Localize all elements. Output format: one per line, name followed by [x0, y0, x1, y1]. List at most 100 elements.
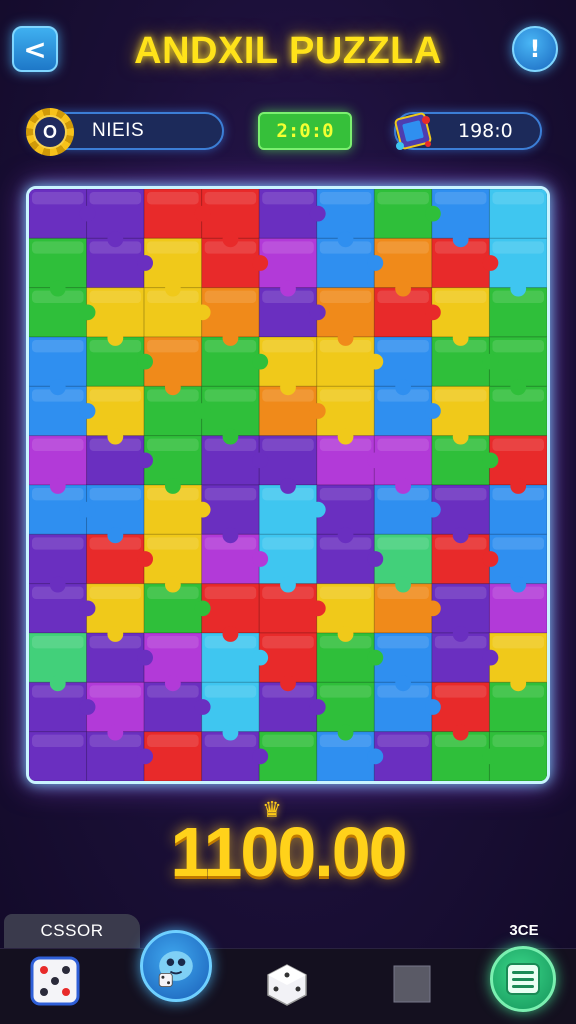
- puzzle-knob: [79, 699, 96, 715]
- puzzle-knob: [79, 600, 96, 617]
- puzzle-knob: [107, 428, 124, 445]
- puzzle-knob: [194, 205, 211, 222]
- puzzle-knob: [309, 304, 326, 321]
- puzzle-knob: [137, 255, 154, 271]
- puzzle-knob: [194, 600, 211, 617]
- puzzle-knob: [452, 626, 469, 642]
- menu-button[interactable]: [490, 946, 556, 1012]
- puzzle-knob: [337, 428, 354, 445]
- puzzle-knob: [137, 649, 154, 666]
- puzzle-knob: [309, 699, 326, 715]
- puzzle-piece[interactable]: [29, 731, 88, 781]
- pieces-stat-value: 198:0: [458, 120, 513, 142]
- puzzle-knob: [280, 478, 296, 494]
- puzzle-knob: [222, 231, 239, 248]
- puzzle-knob: [280, 675, 296, 692]
- puzzle-knob: [49, 576, 66, 593]
- puzzle-knob: [337, 231, 354, 248]
- puzzle-knob: [482, 551, 499, 567]
- timer-display: 2:0:0: [258, 112, 352, 150]
- puzzle-knob: [309, 403, 326, 419]
- puzzle-grid[interactable]: [29, 189, 547, 781]
- puzzle-knob: [137, 748, 154, 765]
- puzzle-knob: [164, 379, 181, 396]
- puzzle-knob: [424, 699, 441, 715]
- gear-badge-icon: O: [26, 108, 74, 156]
- puzzle-knob: [49, 675, 66, 692]
- puzzle-knob: [107, 626, 124, 642]
- puzzle-knob: [252, 452, 269, 469]
- puzzle-knob: [510, 675, 527, 692]
- puzzle-knob: [222, 626, 239, 642]
- puzzle-knob: [424, 403, 441, 419]
- score-value: 1100.00: [170, 813, 407, 891]
- puzzle-knob: [424, 600, 441, 617]
- puzzle-knob: [510, 379, 527, 396]
- puzzle-knob: [107, 527, 124, 544]
- dice-button[interactable]: [28, 954, 82, 1008]
- puzzle-knob: [309, 600, 326, 617]
- stop-square-icon: [393, 965, 431, 1003]
- cursor-tab-label[interactable]: CSSOR: [4, 914, 140, 948]
- dice-icon: [30, 956, 80, 1006]
- puzzle-knob: [367, 551, 384, 567]
- puzzle-knob: [337, 724, 354, 741]
- puzzle-knob: [222, 330, 239, 346]
- puzzle-knob: [482, 452, 499, 469]
- puzzle-knob: [367, 353, 384, 370]
- stop-button[interactable]: [392, 964, 432, 1004]
- puzzle-knob: [252, 649, 269, 666]
- puzzle-knob: [252, 748, 269, 765]
- puzzle-knob: [79, 501, 96, 518]
- puzzle-knob: [424, 501, 441, 518]
- puzzle-knob: [367, 452, 384, 469]
- puzzle-knob: [194, 699, 211, 715]
- puzzle-knob: [280, 379, 296, 396]
- puzzle-knob: [337, 330, 354, 346]
- info-button[interactable]: !: [512, 26, 558, 72]
- puzzle-knob: [367, 255, 384, 271]
- puzzle-knob: [510, 280, 527, 297]
- puzzle-knob: [222, 428, 239, 445]
- player-stat-label: NIEIS: [92, 120, 145, 141]
- puzzle-knob: [452, 428, 469, 445]
- puzzle-knob: [164, 675, 181, 692]
- puzzle-knob: [194, 403, 211, 419]
- puzzle-knob: [395, 379, 412, 396]
- info-icon: !: [529, 35, 541, 63]
- puzzle-knob: [137, 353, 154, 370]
- puzzle-knob: [280, 576, 296, 593]
- player-stat-pill: O NIEIS: [26, 108, 224, 156]
- puzzle-knob: [79, 205, 96, 222]
- puzzle-knob: [252, 353, 269, 370]
- back-button[interactable]: <: [12, 26, 58, 72]
- mascot-icon: [158, 951, 193, 987]
- puzzle-knob: [452, 724, 469, 741]
- puzzle-knob: [482, 748, 499, 765]
- gear-badge-label: O: [33, 115, 67, 149]
- game-title: ANDXIL PUZZLA: [134, 29, 442, 72]
- score-tab-label: 3CE: [509, 921, 539, 939]
- puzzle-knob: [222, 527, 239, 544]
- puzzle-knob: [395, 478, 412, 494]
- puzzle-knob: [367, 649, 384, 666]
- puzzle-knob: [309, 501, 326, 518]
- puzzle-knob: [482, 353, 499, 370]
- puzzle-knob: [337, 527, 354, 544]
- mascot-button[interactable]: [140, 930, 212, 1002]
- puzzle-piece-badge-icon: [394, 112, 432, 150]
- puzzle-knob: [222, 724, 239, 741]
- puzzle-knob: [424, 304, 441, 321]
- puzzle-knob: [452, 231, 469, 248]
- puzzle-knob: [482, 649, 499, 666]
- puzzle-knob: [79, 304, 96, 321]
- puzzle-knob: [337, 626, 354, 642]
- puzzle-knob: [107, 330, 124, 346]
- puzzle-piece[interactable]: [488, 189, 547, 239]
- puzzle-knob: [194, 501, 211, 518]
- roll-button[interactable]: [264, 962, 310, 1008]
- chevron-left-icon: <: [23, 32, 47, 66]
- puzzle-knob: [164, 478, 181, 494]
- puzzle-knob: [395, 675, 412, 692]
- puzzle-board[interactable]: [26, 186, 550, 784]
